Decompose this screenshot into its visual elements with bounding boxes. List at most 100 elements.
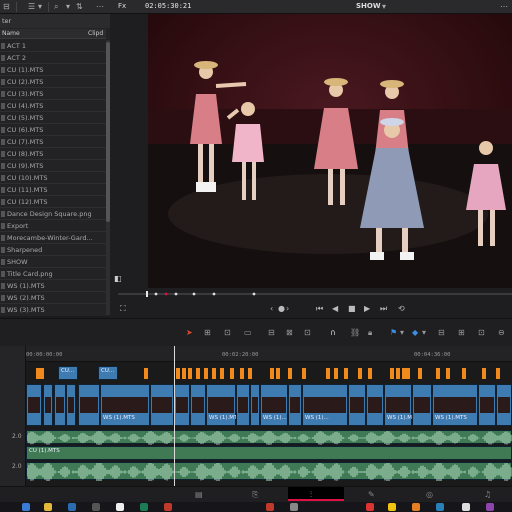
video-clip[interactable] (150, 384, 174, 426)
taskbar-app-icon[interactable] (22, 503, 30, 511)
timeline-marker[interactable] (182, 368, 186, 379)
video-clip[interactable]: WS (1).MTS (206, 384, 241, 426)
lock-icon[interactable]: 🔒︎ (368, 328, 372, 338)
media-page-icon[interactable]: ▤ (195, 490, 203, 499)
viewer-scrub-bar[interactable] (118, 289, 512, 299)
media-pool-item[interactable]: WS (3).MTS (0, 304, 106, 315)
media-pool-item[interactable]: CU (1).MTS (0, 64, 106, 76)
media-pool-item[interactable]: CU (12).MTS (0, 196, 106, 208)
taskbar-app-icon[interactable] (388, 503, 396, 511)
chevron-down-icon[interactable]: ▾ (66, 2, 70, 11)
taskbar-app-icon[interactable] (140, 503, 148, 511)
insert-clip-icon[interactable]: ⊟ (268, 328, 275, 337)
edit-page-icon[interactable]: ⫶ (288, 487, 344, 501)
timeline-marker[interactable] (402, 368, 406, 379)
media-pool-item[interactable]: Morecambe-Winter-Gard... (0, 232, 106, 244)
timeline-marker[interactable] (406, 368, 410, 379)
go-to-end-icon[interactable]: ⏭ (380, 304, 387, 314)
play-icon[interactable]: ▶ (364, 304, 370, 313)
chevron-down-icon[interactable]: ▾ (382, 2, 386, 11)
next-frame-icon[interactable]: › (286, 304, 289, 313)
list-view-icon[interactable]: ☰ (28, 2, 35, 11)
media-pool-item[interactable]: ACT 1 (0, 40, 106, 52)
timeline-marker[interactable] (482, 368, 486, 379)
taskbar-app-icon[interactable] (164, 503, 172, 511)
playhead[interactable] (174, 346, 175, 486)
video-clip[interactable] (288, 384, 302, 426)
video-clip[interactable]: CU... (58, 366, 78, 380)
taskbar-app-icon[interactable] (266, 503, 274, 511)
folder-icon[interactable] (44, 503, 52, 511)
replace-clip-icon[interactable]: ⊡ (304, 328, 311, 337)
media-pool-item[interactable]: Sharpened (0, 244, 106, 256)
flag-icon[interactable]: ⚑ (390, 328, 397, 337)
timeline-marker[interactable] (334, 368, 338, 379)
viewer-video-frame[interactable] (148, 14, 512, 288)
video-clip[interactable]: CU... (98, 366, 118, 380)
timeline-marker[interactable] (188, 368, 192, 379)
chevron-down-icon[interactable]: ▾ (400, 328, 404, 337)
timeline-marker[interactable] (344, 368, 348, 379)
overwrite-clip-icon[interactable]: ⊠ (286, 328, 293, 337)
video-clip[interactable] (366, 384, 384, 426)
timeline-marker[interactable] (220, 368, 224, 379)
panel-toggle-icon[interactable]: ⊟ (3, 2, 10, 11)
timeline-marker[interactable] (326, 368, 330, 379)
audio-clip[interactable] (26, 430, 512, 446)
media-pool-item[interactable]: CU (4).MTS (0, 100, 106, 112)
color-page-icon[interactable]: ◎ (426, 490, 433, 499)
audio-clip[interactable] (26, 461, 512, 483)
column-clip[interactable]: Clipd (88, 30, 103, 37)
sort-icon[interactable]: ⇅ (76, 2, 83, 11)
timeline-marker[interactable] (144, 368, 148, 379)
fairlight-page-icon[interactable]: ♫ (484, 490, 491, 499)
play-reverse-icon[interactable]: ◀ (332, 304, 338, 313)
video-clip[interactable] (174, 384, 190, 426)
video-clip[interactable] (496, 384, 512, 426)
more-icon[interactable]: ⋯ (500, 2, 508, 11)
more-icon[interactable]: ⋯ (96, 2, 104, 11)
timeline-marker[interactable] (302, 368, 306, 379)
timeline-marker[interactable] (496, 368, 500, 379)
video-clip[interactable]: WS (1).MTS (432, 384, 478, 426)
taskbar-app-icon[interactable] (412, 503, 420, 511)
media-pool-item[interactable]: Title Card.png (0, 268, 106, 280)
timeline-ruler[interactable]: 00:00:00:00 00:02:20:00 00:04:36:00 (26, 346, 512, 362)
video-clip[interactable] (66, 384, 76, 426)
timeline-marker[interactable] (446, 368, 450, 379)
search-icon[interactable]: ⌕ (54, 2, 58, 12)
media-pool-item[interactable]: CU (6).MTS (0, 124, 106, 136)
media-pool-item[interactable]: CU (11).MTS (0, 184, 106, 196)
prev-frame-icon[interactable]: ‹ (270, 304, 273, 313)
video-clip[interactable] (348, 384, 366, 426)
timeline-marker[interactable] (418, 368, 422, 379)
timeline-marker[interactable] (288, 368, 292, 379)
marker-icon[interactable]: ◆ (412, 328, 418, 337)
video-clip[interactable]: WS (1).MTS (100, 384, 150, 426)
video-clip[interactable] (54, 384, 66, 426)
timeline-marker[interactable] (36, 368, 40, 379)
timeline-marker[interactable] (396, 368, 400, 379)
taskbar-app-icon[interactable] (436, 503, 444, 511)
media-pool-item[interactable]: CU (5).MTS (0, 112, 106, 124)
video-clip[interactable] (250, 384, 260, 426)
media-pool-item[interactable]: SHOW (0, 256, 106, 268)
zoom-custom-icon[interactable]: ⊡ (478, 328, 485, 337)
snapping-icon[interactable]: ∩ (330, 328, 336, 337)
link-icon[interactable]: ⛓ (350, 328, 360, 337)
audio-waveform-icon[interactable]: ◧ (114, 274, 122, 283)
media-pool-item[interactable]: CU (8).MTS (0, 148, 106, 160)
video-clip[interactable] (236, 384, 250, 426)
timeline-marker[interactable] (40, 368, 44, 379)
video-clip[interactable] (26, 384, 42, 426)
cut-page-icon[interactable]: ⎘ (252, 490, 258, 500)
taskbar-app-icon[interactable] (366, 503, 374, 511)
video-clip[interactable] (478, 384, 496, 426)
go-to-start-icon[interactable]: ⏮ (316, 304, 323, 314)
media-pool-item[interactable]: CU (2).MTS (0, 76, 106, 88)
media-pool-item[interactable]: WS (1).MTS (0, 280, 106, 292)
column-name[interactable]: Name (2, 30, 20, 37)
media-pool-item[interactable]: ACT 2 (0, 52, 106, 64)
taskbar-app-icon[interactable] (462, 503, 470, 511)
video-clip[interactable]: WS (1)... (302, 384, 348, 426)
